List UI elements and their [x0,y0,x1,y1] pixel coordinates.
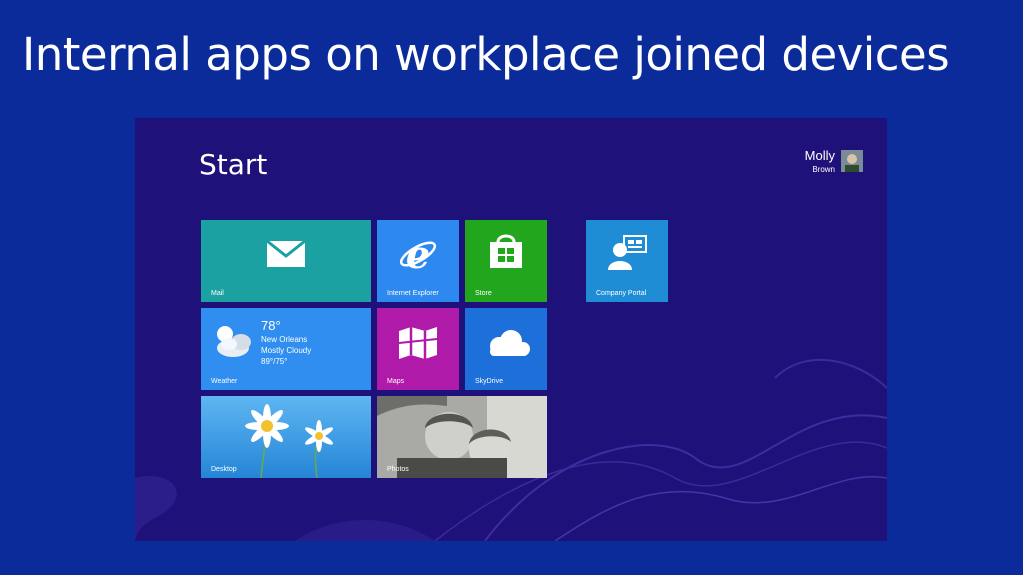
tile-company-portal[interactable]: Company Portal [586,220,668,302]
weather-city: New Orleans [261,335,308,344]
tile-label: Mail [211,290,224,297]
weather-range: 89°/75° [261,357,288,366]
tile-label: Store [475,290,492,297]
store-icon [490,234,522,268]
tile-label: Photos [387,466,409,473]
mail-icon [266,240,306,267]
cloud-sun-icon [217,326,251,357]
tile-internet-explorer[interactable]: e Internet Explorer [377,220,459,302]
tile-mail[interactable]: Mail [201,220,371,302]
tile-weather[interactable]: 78° New Orleans Mostly Cloudy 89°/75° We… [201,308,371,390]
tile-label: SkyDrive [475,378,504,385]
tile-photos[interactable]: Photos [377,396,547,478]
svg-text:e: e [406,234,430,274]
tile-label: Maps [387,378,405,385]
tile-label: Internet Explorer [387,290,439,297]
user-name: Molly [804,148,835,163]
start-screen: Start Molly Brown Mail e Internet Explor… [135,118,887,541]
user-subtitle: Brown [812,165,835,174]
start-title: Start [199,148,268,181]
tile-label: Desktop [211,466,237,473]
internet-explorer-icon: e [399,234,437,274]
tile-label: Weather [211,378,238,385]
cloud-icon [490,330,530,356]
tile-store[interactable]: Store [465,220,547,302]
avatar [841,150,863,172]
tile-desktop[interactable]: Desktop [201,396,371,478]
weather-temperature: 78° [261,318,281,333]
map-icon [398,327,438,359]
slide-title: Internal apps on workplace joined device… [22,28,950,81]
tile-skydrive[interactable]: SkyDrive [465,308,547,390]
tile-label: Company Portal [596,290,647,297]
weather-condition: Mostly Cloudy [261,346,312,355]
tile-maps[interactable]: Maps [377,308,459,390]
company-portal-icon [608,235,647,270]
